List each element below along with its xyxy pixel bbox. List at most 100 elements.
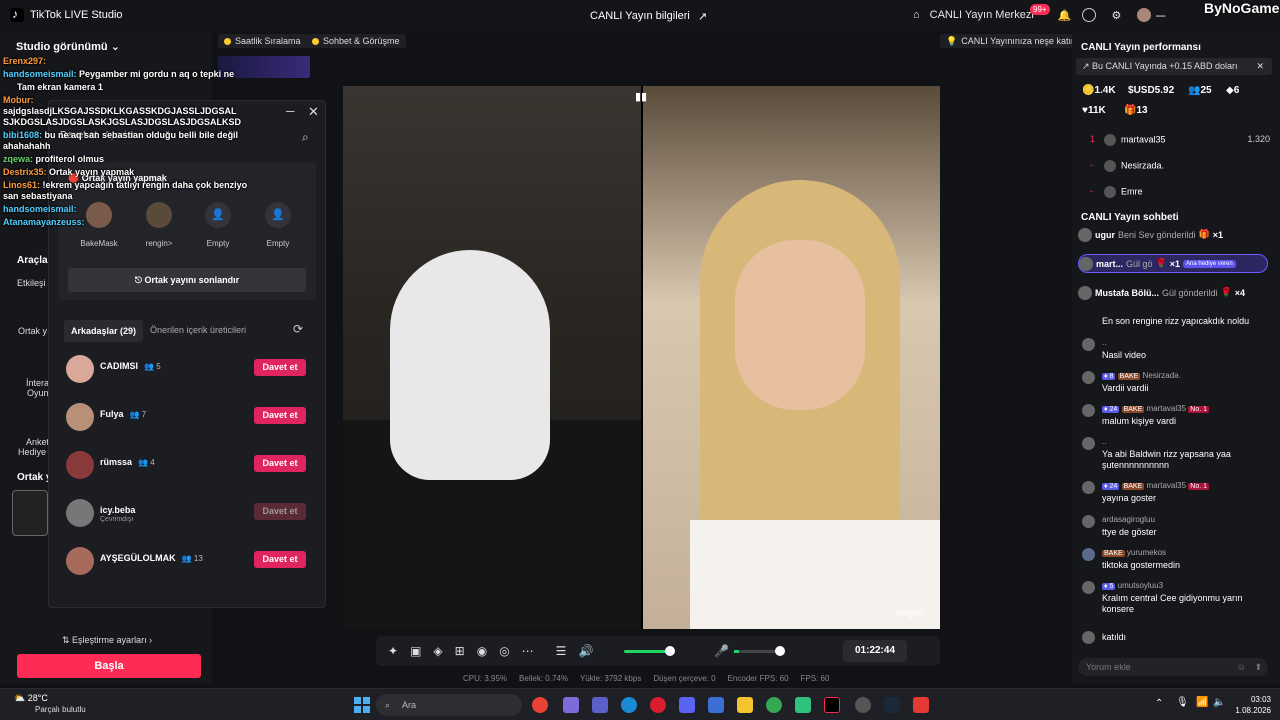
close-icon[interactable]: ✕ [1256, 58, 1264, 75]
cohost-tool[interactable]: Ortak y [18, 326, 47, 336]
tiktok-icon[interactable] [824, 697, 840, 713]
steam-icon[interactable] [884, 697, 900, 713]
message-user: ardasagirogluu [1102, 515, 1155, 524]
bell-icon[interactable]: 🔔 [1058, 9, 1072, 22]
discord-icon[interactable] [679, 697, 695, 713]
fun-tip-label: CANLI Yayınınıza neşe katın [961, 36, 1076, 46]
rank-row[interactable]: - Nesirzada. [1090, 160, 1270, 172]
windows-start-icon[interactable] [354, 697, 370, 713]
comment-placeholder: Yorum ekle [1086, 662, 1131, 672]
volume-knob[interactable] [665, 646, 675, 656]
teams-icon[interactable] [592, 697, 608, 713]
friends-tab[interactable]: Arkadaşlar (29) [64, 320, 144, 342]
match-settings-link[interactable]: ⇅ Eşleştirme ayarları › [62, 635, 152, 646]
hourly-rank-tag[interactable]: Saatlik Sıralama [218, 34, 307, 48]
store-icon[interactable] [708, 697, 724, 713]
effects-icon[interactable]: ◈ [433, 644, 442, 658]
wifi-icon[interactable]: 📶 [1196, 697, 1208, 708]
add-source-icon[interactable]: ⊞ [455, 644, 465, 658]
overlay-user: handsomeismail: [3, 69, 77, 79]
send-icon[interactable]: ⬆ [1254, 658, 1262, 676]
obs-icon[interactable] [855, 697, 871, 713]
avatar [1082, 631, 1095, 644]
speaker-icon[interactable]: 🔊 [578, 644, 593, 658]
gear-icon[interactable]: ⚙ [1112, 9, 1122, 22]
gift-tool[interactable]: Hediye [18, 447, 46, 457]
usd-value: USD5.92 [1133, 85, 1175, 96]
refresh-icon[interactable]: ⟳ [293, 322, 303, 336]
chrome-icon[interactable] [532, 697, 548, 713]
search-icon[interactable]: ⌕ [302, 130, 309, 145]
games-tool[interactable]: Oyun [27, 388, 49, 398]
interactive-tool[interactable]: İntera [26, 378, 49, 388]
rank-row[interactable]: - Emre [1090, 186, 1270, 198]
end-cohost-button[interactable]: ⎋ Ortak yayını sonlandır [68, 268, 306, 292]
taskbar [0, 688, 1280, 720]
mic-knob[interactable] [775, 646, 785, 656]
invite-button[interactable]: Davet et [254, 551, 306, 568]
mic-tray-icon[interactable]: 🎙 [1176, 697, 1189, 708]
opera-icon[interactable] [650, 697, 666, 713]
message-text: Nasil video [1102, 350, 1147, 360]
mic-slider[interactable] [734, 650, 780, 653]
live-center-link[interactable]: CANLI Yayın Merkezi [930, 9, 1034, 21]
more-icon[interactable]: ⋯ [522, 644, 534, 658]
overlay-text: Ortak yayın yapmak [49, 167, 135, 177]
minimize-popup-icon[interactable]: ─ [286, 104, 295, 118]
magic-wand-icon[interactable]: ✦ [388, 644, 398, 658]
app-icon[interactable] [795, 697, 811, 713]
copilot-icon[interactable] [563, 697, 579, 713]
friend-name-text: rümssa [100, 457, 133, 467]
youtube-icon[interactable] [913, 697, 929, 713]
studio-view-dropdown[interactable]: Studio görünümü ⌄ [16, 40, 120, 53]
invite-button[interactable]: Davet et [254, 407, 306, 424]
folder-icon[interactable] [737, 697, 753, 713]
avatar [1082, 437, 1095, 450]
minimize-icon[interactable]: ─ [1156, 8, 1165, 23]
clock[interactable]: 03:03 1.08.2026 [1219, 694, 1271, 716]
emoji-icon[interactable]: ☺ [1237, 658, 1246, 676]
target-icon[interactable]: ◎ [499, 644, 509, 658]
overlay-message: Erenx297: [3, 56, 253, 67]
rank-name: Emre [1121, 186, 1143, 197]
avatar [1082, 481, 1095, 494]
message-text: malum kişiye vardi [1102, 416, 1177, 426]
invite-button[interactable]: Davet et [254, 455, 306, 472]
chat-call-tag[interactable]: Sohbet & Görüşme [306, 34, 406, 48]
rank-value: 1.320 [1247, 134, 1270, 144]
chat-message: ♦ 24 BAKE martaval35 No. 1 malum kişiye v… [1082, 404, 1272, 430]
taskbar-search[interactable]: ⌕ Ara [376, 694, 522, 716]
mic-icon[interactable]: 🎤 [714, 644, 729, 658]
home-icon[interactable]: ⌂ [913, 9, 920, 21]
avatar [66, 547, 94, 575]
rank-number: 1 [1090, 134, 1096, 145]
chrome2-icon[interactable] [766, 697, 782, 713]
poll-tool[interactable]: Anket [26, 437, 49, 447]
rank-row[interactable]: 1 martaval35 1.320 [1090, 134, 1270, 146]
weather-widget[interactable]: ⛅ 28°C [14, 693, 48, 704]
avatar[interactable] [1137, 8, 1152, 22]
live-info-button[interactable]: CANLI Yayın bilgileri ↗ [590, 10, 707, 23]
help-icon[interactable] [1081, 8, 1096, 22]
record-icon[interactable]: ◉ [477, 644, 487, 658]
friend-row: Fulya 👥 7 Davet et [66, 403, 310, 435]
memory-stat: Bellek: 0.74% [519, 674, 568, 683]
edge-icon[interactable] [621, 697, 637, 713]
suggested-creators-tab[interactable]: Önerilen içerik üreticileri [150, 325, 246, 335]
fun-tip-tag[interactable]: 💡 CANLI Yayınınıza neşe katın [940, 34, 1082, 48]
tray-chevron-icon[interactable]: ⌃ [1155, 698, 1163, 709]
message-text: yayına goster [1102, 493, 1157, 503]
scene-thumbnail[interactable] [12, 490, 48, 536]
comment-input[interactable]: Yorum ekle ☺ ⬆ [1078, 658, 1268, 676]
start-button[interactable]: Başla [17, 654, 201, 678]
gift-icon: 🎁 [1198, 229, 1210, 239]
usd-stat: $USD5.92 [1128, 85, 1175, 96]
volume-slider[interactable] [624, 650, 670, 653]
gift-user: Mustafa Bölü... [1095, 287, 1160, 298]
close-icon[interactable]: ✕ [308, 104, 319, 120]
settings-sliders-icon[interactable]: ☰ [556, 644, 567, 658]
layout-icon[interactable]: ▣ [410, 644, 421, 658]
rank-number: - [1090, 186, 1093, 197]
empty-slot-icon[interactable]: 👤 [265, 202, 291, 228]
invite-button[interactable]: Davet et [254, 359, 306, 376]
